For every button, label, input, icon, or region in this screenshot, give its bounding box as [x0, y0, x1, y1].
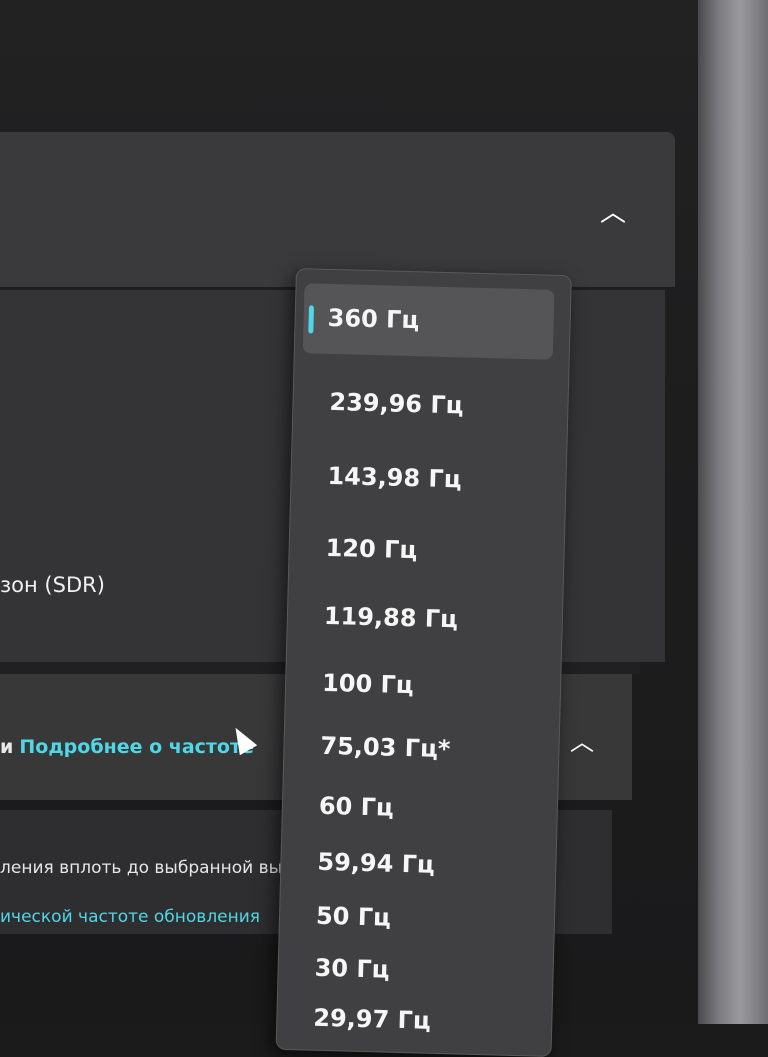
refresh-option[interactable]: 29,97 Гц: [278, 1003, 540, 1035]
refresh-option[interactable]: 50 Гц: [280, 901, 542, 932]
sdr-mode-label: зон (SDR): [0, 573, 105, 597]
refresh-option[interactable]: 30 Гц: [279, 953, 541, 984]
refresh-rate-row: и Подробнее о частоте: [0, 736, 254, 758]
refresh-option-selected[interactable]: 360 Гц: [302, 283, 555, 360]
option-label: 239,96 Гц: [329, 387, 464, 420]
refresh-option[interactable]: 59,94 Гц: [282, 847, 544, 879]
chevron-up-icon[interactable]: ︿: [570, 722, 594, 757]
refresh-option[interactable]: 60 Гц: [283, 791, 545, 822]
refresh-option[interactable]: 143,98 Гц: [292, 461, 554, 493]
refresh-option[interactable]: 75,03 Гц*: [285, 731, 547, 763]
option-label: 50 Гц: [315, 901, 392, 932]
refresh-option[interactable]: 120 Гц: [290, 533, 552, 564]
option-label: 119,88 Гц: [323, 601, 459, 634]
learn-more-refresh-link[interactable]: Подробнее о частоте: [19, 736, 254, 758]
display-settings-header-card[interactable]: [0, 132, 675, 287]
refresh-option[interactable]: 239,96 Гц: [294, 387, 556, 419]
option-label: 120 Гц: [325, 533, 418, 565]
option-label: 59,94 Гц: [317, 847, 436, 879]
chevron-up-icon[interactable]: ︿: [600, 192, 626, 229]
option-label: 360 Гц: [327, 303, 420, 335]
dynamic-refresh-link[interactable]: ической частоте обновления: [0, 907, 260, 927]
refresh-row-text: и: [0, 736, 14, 758]
option-label: 143,98 Гц: [327, 461, 462, 494]
refresh-rate-dropdown[interactable]: 360 Гц 239,96 Гц 143,98 Гц 120 Гц 119,88…: [275, 268, 572, 1057]
option-label: 29,97 Гц: [313, 1003, 432, 1035]
option-label: 75,03 Гц*: [320, 731, 451, 764]
monitor-bezel: [698, 0, 768, 1024]
selection-indicator: [308, 305, 315, 334]
option-label: 100 Гц: [321, 668, 415, 700]
option-label: 60 Гц: [318, 791, 395, 822]
refresh-option[interactable]: 119,88 Гц: [288, 601, 550, 633]
refresh-option[interactable]: 100 Гц: [287, 668, 549, 699]
option-label: 30 Гц: [314, 953, 390, 984]
dynamic-refresh-description: ления вплоть до выбранной вы: [0, 858, 283, 878]
